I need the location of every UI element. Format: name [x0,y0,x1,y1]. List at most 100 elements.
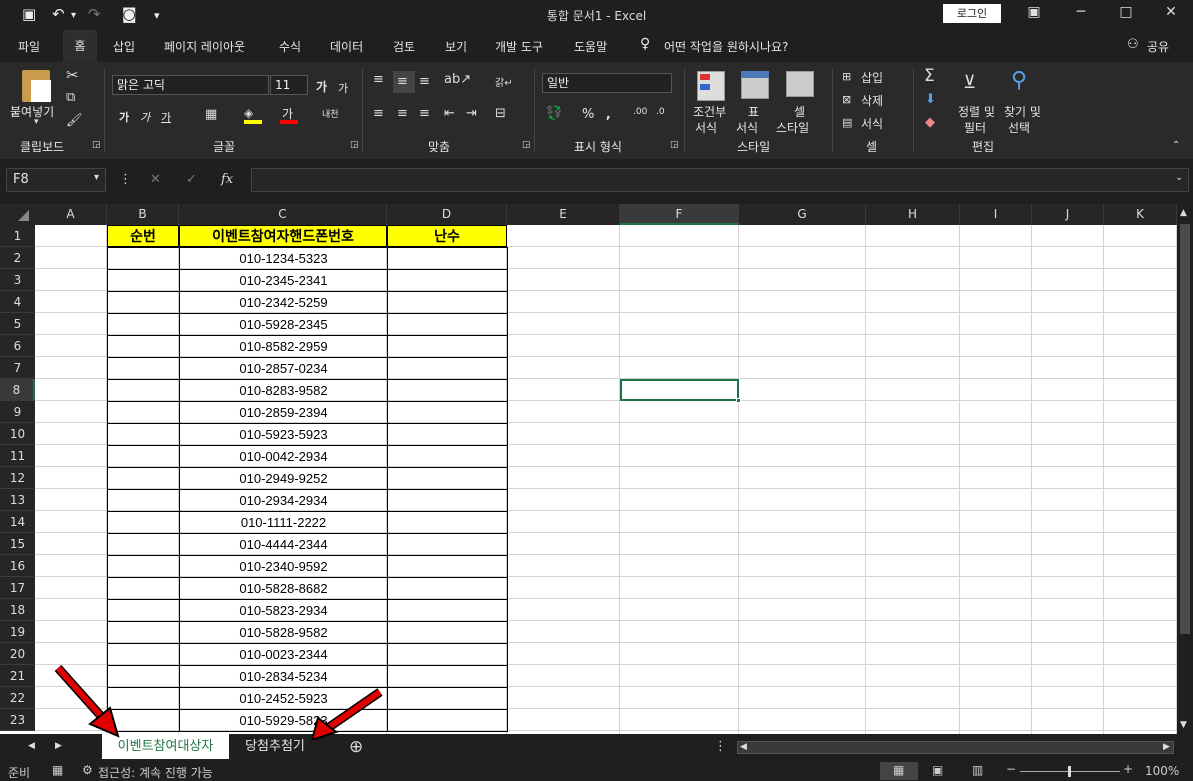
phone-cell[interactable]: 010-8283-9582 [179,379,388,402]
increase-indent-icon[interactable]: ⇥ [466,106,477,121]
zoom-in-icon[interactable]: + [1123,762,1133,776]
percent-icon[interactable]: % [582,107,594,122]
menu-view[interactable]: 보기 [445,38,467,55]
phone-cell[interactable]: 010-1111-2222 [179,511,388,534]
paste-button[interactable]: 붙여넣기 [10,103,54,120]
phone-cell[interactable]: 010-5828-8682 [179,577,388,600]
row-header-14[interactable]: 14 [0,511,35,533]
align-top-icon[interactable]: ≡ [373,72,384,87]
insert-cells-button[interactable]: 삽입 [861,69,883,86]
row-header-9[interactable]: 9 [0,401,35,423]
column-header-d[interactable]: D [387,204,507,225]
table-cell[interactable] [107,313,180,336]
table-cell[interactable] [387,511,508,534]
table-cell[interactable] [387,269,508,292]
table-cell[interactable] [387,313,508,336]
scroll-down-icon[interactable]: ▼ [1180,720,1187,730]
table-cell[interactable] [107,357,180,380]
scroll-left-icon[interactable]: ◀ [740,742,747,752]
font-launcher-icon[interactable]: ◲ [350,140,359,150]
table-cell[interactable] [387,665,508,688]
vertical-scrollbar[interactable]: ▲ ▼ [1177,204,1193,734]
enter-icon[interactable]: ✓ [186,172,197,187]
phone-cell[interactable]: 010-5923-5923 [179,423,388,446]
row-header-1[interactable]: 1 [0,225,35,247]
autosum-icon[interactable]: Σ [924,66,935,86]
table-cell[interactable] [387,291,508,314]
table-cell[interactable] [387,357,508,380]
table-cell[interactable] [387,533,508,556]
row-header-18[interactable]: 18 [0,599,35,621]
row-header-13[interactable]: 13 [0,489,35,511]
decrease-decimal-icon[interactable]: .0 [656,107,665,117]
minimize-button[interactable]: ─ [1066,4,1096,20]
worksheet-grid[interactable]: ABCDEFGHIJK 1 2 3 4 5 6 7 8 9 10 11 12 13 14 15 16 17 18 1… [0,204,1177,734]
table-cell[interactable] [387,445,508,468]
table-cell[interactable] [387,489,508,512]
align-middle-icon[interactable]: ≡ [397,74,408,89]
table-cell[interactable] [387,687,508,710]
align-left-icon[interactable]: ≡ [373,106,384,121]
column-header-j[interactable]: J [1032,204,1104,225]
wrap-text-icon[interactable]: 갉↵ [495,74,513,89]
table-cell[interactable] [107,555,180,578]
phone-cell[interactable]: 010-4444-2344 [179,533,388,556]
column-header-f[interactable]: F [620,204,739,225]
menu-formulas[interactable]: 수식 [279,38,301,55]
phone-cell[interactable]: 010-8582-2959 [179,335,388,358]
row-header-10[interactable]: 10 [0,423,35,445]
column-header-c[interactable]: C [179,204,387,225]
table-cell[interactable] [387,379,508,402]
row-header-3[interactable]: 3 [0,269,35,291]
scroll-right-icon[interactable]: ▶ [1163,742,1170,752]
row-header-8[interactable]: 8 [0,379,35,401]
find-select-icon[interactable]: ⚲ [1011,68,1027,93]
normal-view-icon[interactable]: ▦ [893,763,904,777]
table-cell[interactable] [387,401,508,424]
clear-icon[interactable]: ◆ [925,115,935,130]
insert-function-icon[interactable]: fx [221,172,233,187]
cancel-icon[interactable]: ✕ [150,172,161,187]
menu-data[interactable]: 데이터 [330,38,363,55]
column-header-k[interactable]: K [1104,204,1177,225]
scroll-up-icon[interactable]: ▲ [1180,208,1187,218]
vertical-scroll-thumb[interactable] [1180,224,1190,634]
header-cell-c[interactable]: 이벤트참여자핸드폰번호 [179,225,387,247]
table-cell[interactable] [107,489,180,512]
phone-cell[interactable]: 010-5928-2345 [179,313,388,336]
menu-home[interactable]: 홈 [63,30,97,62]
table-cell[interactable] [387,643,508,666]
menu-insert[interactable]: 삽입 [113,38,135,55]
tell-me-input[interactable]: 어떤 작업을 원하시나요? [664,38,788,55]
format-cells-icon[interactable]: ▤ [842,116,852,129]
menu-developer[interactable]: 개발 도구 [495,38,543,55]
sort-filter-icon[interactable]: ⊻ [963,72,976,93]
copy-icon[interactable]: ⧉ [66,90,75,105]
menu-review[interactable]: 검토 [393,38,415,55]
tab-splitter-icon[interactable]: ⋮ [714,739,727,754]
prev-sheet-icon[interactable]: ◀ [28,741,35,751]
name-box-dropdown-icon[interactable]: ▾ [94,172,99,183]
phone-cell[interactable]: 010-2342-5259 [179,291,388,314]
table-cell[interactable] [107,599,180,622]
menu-help[interactable]: 도움말 [574,38,607,55]
table-cell[interactable] [107,335,180,358]
table-cell[interactable] [107,621,180,644]
row-header-15[interactable]: 15 [0,533,35,555]
align-right-icon[interactable]: ≡ [419,106,430,121]
font-name-select[interactable]: 맑은 고딕 [112,75,269,95]
login-button[interactable]: 로그인 [943,4,1001,23]
header-cell-d[interactable]: 난수 [387,225,507,247]
zoom-out-icon[interactable]: − [1006,762,1016,776]
number-launcher-icon[interactable]: ◲ [670,140,679,150]
column-header-a[interactable]: A [35,204,107,225]
phone-cell[interactable]: 010-2949-9252 [179,467,388,490]
shrink-font-icon[interactable]: 가 [338,80,348,96]
page-layout-view-icon[interactable]: ▣ [932,763,943,777]
fill-handle[interactable] [736,398,741,403]
cell-styles-icon[interactable] [786,71,814,97]
table-cell[interactable] [107,533,180,556]
row-header-19[interactable]: 19 [0,621,35,643]
table-cell[interactable] [387,577,508,600]
fill-color-icon[interactable]: ◈ [244,106,260,120]
